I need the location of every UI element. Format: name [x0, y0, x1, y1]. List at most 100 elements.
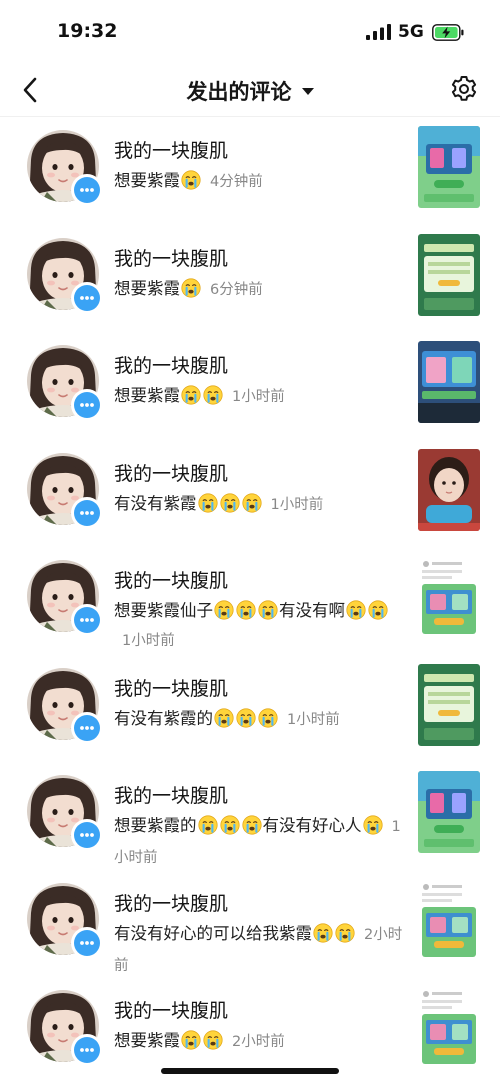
comment-time: 1小时前 — [270, 496, 324, 513]
comment-fragment: 想要紫霞仙子 — [114, 601, 213, 620]
video-thumbnail[interactable] — [418, 663, 480, 746]
username: 我的一块腹肌 — [114, 785, 229, 807]
crying-emoji-icon — [346, 600, 366, 620]
comment-fragment: 想要紫霞 — [114, 386, 180, 405]
comment-text: 有没有紫霞 1小时前 — [114, 489, 404, 520]
comment-badge-icon — [71, 389, 103, 421]
avatar-group[interactable] — [27, 667, 103, 744]
comment-text: 想要紫霞 6分钟前 — [114, 274, 404, 305]
username: 我的一块腹肌 — [114, 140, 229, 162]
comment-fragment: 想要紫霞 — [114, 1031, 180, 1050]
comment-text: 想要紫霞 1小时前 — [114, 381, 404, 412]
crying-emoji-icon — [181, 277, 201, 298]
network-type: 5G — [398, 22, 424, 42]
crying-emoji-icon — [219, 492, 240, 513]
comment-time: 1小时前 — [122, 633, 175, 649]
signal-bars-icon — [366, 24, 391, 40]
crying-emoji-icon — [214, 600, 234, 620]
avatar-group[interactable] — [27, 882, 103, 959]
video-thumbnail[interactable] — [418, 126, 480, 208]
comment-item[interactable]: 我的一块腹肌想要紫霞 6分钟前 — [0, 224, 500, 332]
comment-text: 想要紫霞的 有没有好心人 1小时前 — [114, 811, 404, 873]
crying-emoji-icon — [368, 600, 388, 620]
comment-time: 2小时前 — [232, 1034, 285, 1050]
comment-fragment: 有没有紫霞的 — [114, 708, 213, 728]
comment-text: 有没有好心的可以给我紫霞 2小时前 — [114, 919, 404, 981]
crying-emoji-icon — [313, 922, 333, 943]
comment-text: 想要紫霞 2小时前 — [114, 1026, 404, 1057]
status-bar: 19:32 5G — [0, 0, 500, 64]
crying-emoji-icon — [203, 1030, 223, 1050]
avatar-group[interactable] — [27, 130, 103, 206]
crying-emoji-icon — [181, 385, 201, 405]
crying-emoji-icon — [236, 600, 256, 620]
username: 我的一块腹肌 — [114, 247, 229, 270]
comment-fragment: 有没有啊 — [279, 601, 345, 620]
caret-down-icon — [301, 87, 314, 95]
comment-fragment: 想要紫霞 — [114, 171, 180, 190]
comment-item[interactable]: 我的一块腹肌 想要紫霞仙子 有没有啊 1小时前 — [0, 546, 500, 654]
video-thumbnail[interactable] — [418, 878, 480, 961]
page-title: 发出的评论 — [186, 80, 292, 104]
video-thumbnail[interactable] — [418, 556, 480, 638]
avatar-group[interactable] — [27, 560, 103, 636]
username: 我的一块腹肌 — [114, 1000, 229, 1022]
comment-badge-icon — [71, 604, 103, 636]
username: 我的一块腹肌 — [114, 892, 229, 915]
avatar-group[interactable] — [27, 345, 103, 421]
comment-item[interactable]: 我的一块腹肌 有没有紫霞的 1小时前 — [0, 654, 500, 762]
comment-fragment: 有没有紫霞 — [114, 493, 197, 513]
comment-badge-icon — [71, 711, 103, 744]
comment-text: 想要紫霞仙子 有没有啊 1小时前 — [114, 596, 404, 656]
avatar-group[interactable] — [27, 990, 103, 1066]
comment-list: 我的一块腹肌 想要紫霞 4分钟前 我的一块腹肌 想要紫霞 6分钟前 我的一块腹肌 想要紫霞 1小… — [0, 116, 500, 1084]
crying-emoji-icon — [335, 922, 355, 943]
comment-item[interactable]: 我的一块腹肌 想要紫霞 1小时前 — [0, 331, 500, 439]
crying-emoji-icon — [181, 1030, 201, 1050]
comment-badge-icon — [71, 819, 103, 851]
crying-emoji-icon — [362, 815, 383, 835]
crying-emoji-icon — [197, 492, 218, 513]
video-thumbnail[interactable] — [418, 448, 480, 531]
video-thumbnail[interactable] — [418, 986, 480, 1068]
home-indicator — [161, 1068, 339, 1074]
comment-time: 1小时前 — [232, 389, 285, 405]
comment-badge-icon — [71, 926, 103, 959]
username: 我的一块腹肌 — [114, 355, 229, 377]
battery-charging-icon — [432, 24, 464, 41]
title-dropdown[interactable]: 发出的评论 — [0, 76, 500, 106]
crying-emoji-icon — [241, 815, 262, 835]
comment-item[interactable]: 我的一块腹肌 有没有好心的可以给我紫霞 2小时前 — [0, 869, 500, 977]
video-thumbnail[interactable] — [418, 771, 480, 853]
comment-text: 有没有紫霞的 1小时前 — [114, 704, 404, 735]
comment-badge-icon — [71, 1034, 103, 1066]
avatar-group[interactable] — [27, 775, 103, 851]
status-time: 19:32 — [57, 20, 118, 42]
avatar-group[interactable] — [27, 237, 103, 314]
crying-emoji-icon — [181, 170, 201, 190]
comment-badge-icon — [71, 496, 103, 529]
comment-text: 想要紫霞 4分钟前 — [114, 166, 404, 197]
crying-emoji-icon — [197, 815, 218, 835]
comment-fragment: 想要紫霞的 — [114, 816, 197, 835]
crying-emoji-icon — [258, 707, 278, 728]
comment-time: 1小时前 — [287, 711, 340, 728]
crying-emoji-icon — [258, 600, 278, 620]
crying-emoji-icon — [241, 492, 262, 513]
comment-badge-icon — [71, 281, 103, 314]
comment-badge-icon — [71, 174, 103, 206]
comment-fragment: 想要紫霞 — [114, 278, 180, 298]
comment-item[interactable]: 我的一块腹肌 有没有紫霞 1小时前 — [0, 439, 500, 547]
username: 我的一块腹肌 — [114, 677, 229, 700]
comment-item[interactable]: 我的一块腹肌 想要紫霞的 有没有好心人 1小时前 — [0, 761, 500, 869]
crying-emoji-icon — [214, 707, 234, 728]
gear-icon[interactable] — [449, 74, 479, 104]
comment-item[interactable]: 我的一块腹肌想要紫霞 4分钟前 — [0, 116, 500, 224]
username: 我的一块腹肌 — [114, 462, 229, 485]
nav-bar: 发出的评论 — [0, 64, 500, 117]
video-thumbnail[interactable] — [418, 341, 480, 423]
crying-emoji-icon — [236, 707, 256, 728]
avatar-group[interactable] — [27, 452, 103, 529]
video-thumbnail[interactable] — [418, 233, 480, 316]
crying-emoji-icon — [219, 815, 240, 835]
